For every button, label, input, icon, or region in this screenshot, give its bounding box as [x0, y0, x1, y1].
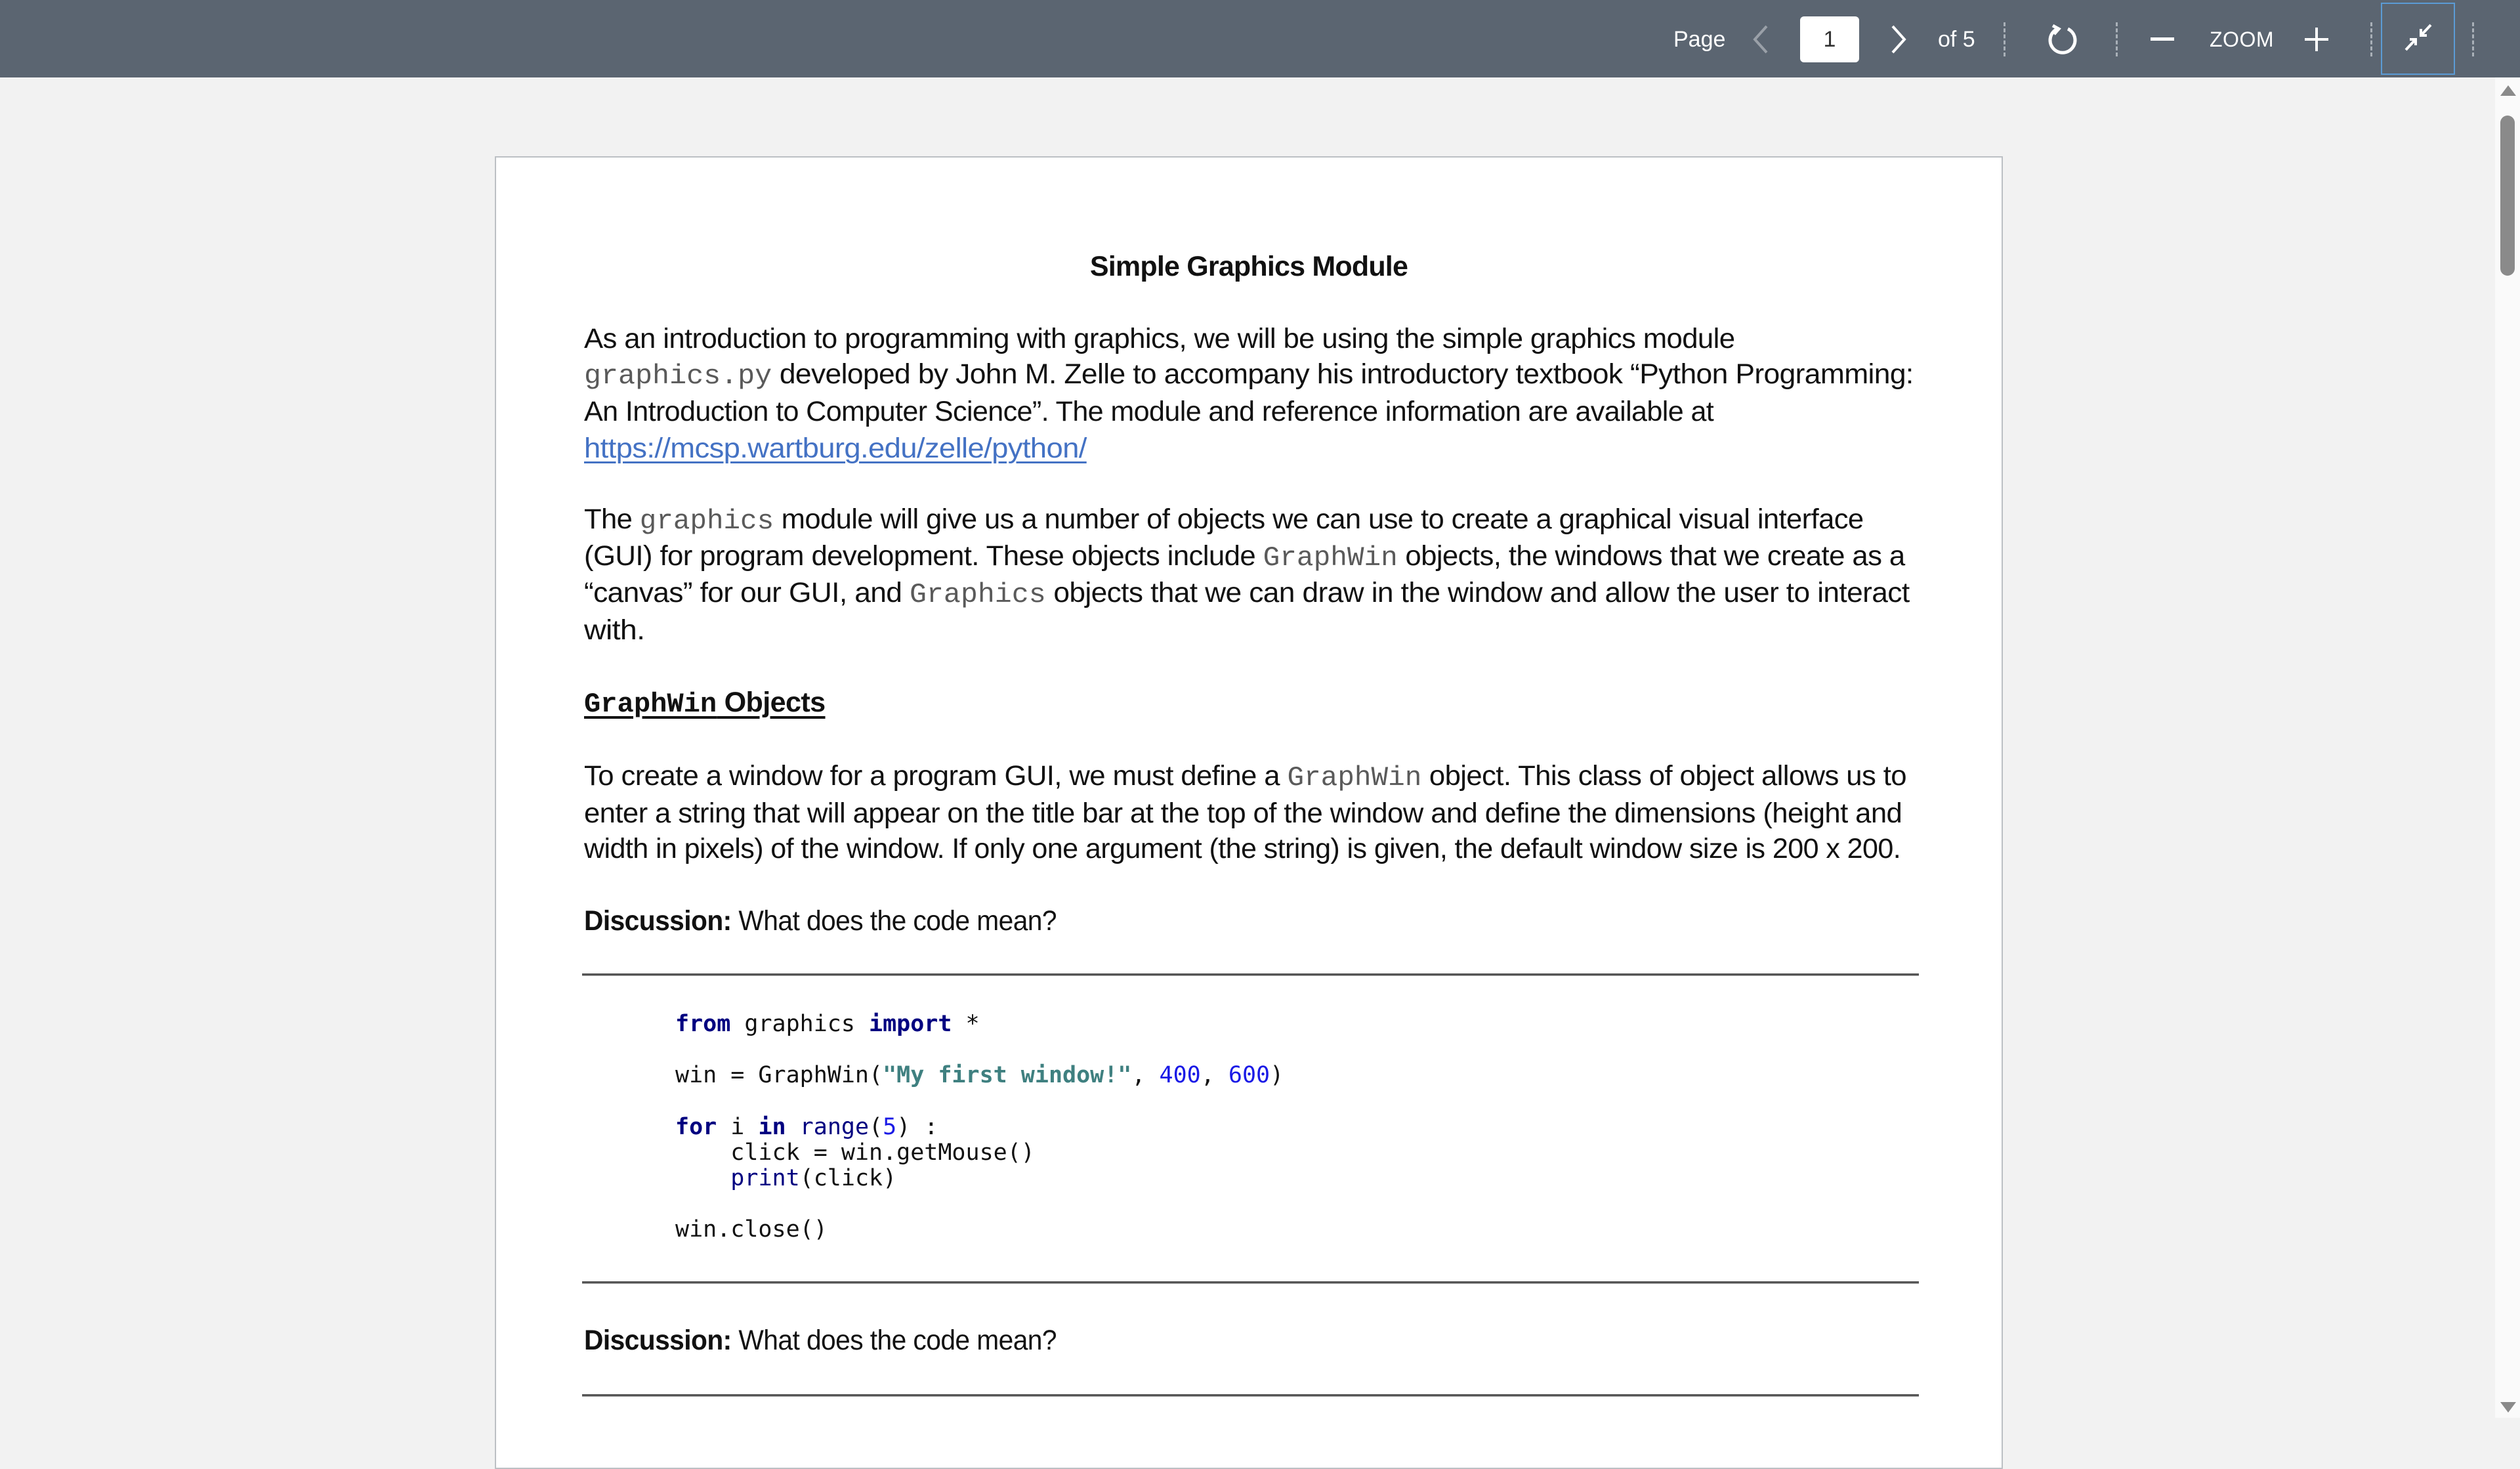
exit-fullscreen-icon — [2403, 22, 2433, 56]
code-line-5: print(click) — [730, 1165, 897, 1191]
pdf-toolbar: Page of 5 ZOOM — [0, 0, 2520, 77]
paragraph-2-line-3: “canvas” for our GUI, and Graphics objec… — [584, 577, 1910, 610]
section-heading: GraphWin Objects — [584, 687, 826, 720]
horizontal-rule — [582, 1394, 1919, 1397]
minus-icon — [2151, 37, 2174, 41]
discussion-prompt: Discussion: What does the code mean? — [584, 1325, 1057, 1356]
inline-code: GraphWin — [1287, 762, 1422, 794]
inline-code: GraphWin — [1263, 542, 1398, 574]
paragraph-1-line-1: As an introduction to programming with g… — [584, 323, 1735, 354]
code-line-1: from graphics import * — [675, 1011, 980, 1037]
paragraph-1-line-2: graphics.py developed by John M. Zelle t… — [584, 358, 1914, 392]
paragraph-2-line-4: with. — [584, 614, 645, 646]
paragraph-3-line-3: width in pixels) of the window. If only … — [584, 833, 1901, 864]
document-title: Simple Graphics Module — [1089, 251, 1408, 282]
pdf-page: Simple Graphics Module As an introductio… — [495, 156, 2003, 1469]
paragraph-3-line-2: enter a string that will appear on the t… — [584, 798, 1902, 829]
toolbar-divider — [2472, 22, 2474, 56]
chevron-right-icon — [1890, 25, 1907, 54]
scrollbar-thumb[interactable] — [2500, 116, 2515, 276]
paragraph-3-line-1: To create a window for a program GUI, we… — [584, 760, 1907, 794]
code-line-3: for i in range(5) : — [675, 1114, 938, 1140]
toolbar-divider — [2370, 22, 2372, 56]
exit-fullscreen-button[interactable] — [2381, 3, 2455, 75]
rotate-clockwise-icon — [2046, 23, 2079, 56]
scroll-down-arrow-icon[interactable] — [2500, 1402, 2516, 1413]
next-page-button[interactable] — [1880, 13, 1916, 66]
paragraph-2-line-1: The graphics module will give us a numbe… — [584, 503, 1864, 537]
code-line-2: win = GraphWin("My first window!", 400, … — [675, 1062, 1284, 1088]
vertical-scrollbar[interactable] — [2495, 77, 2520, 1418]
scroll-up-arrow-icon[interactable] — [2500, 85, 2516, 96]
inline-code: graphics.py — [584, 360, 772, 392]
page-number-input[interactable] — [1800, 16, 1859, 62]
reference-link[interactable]: https://mcsp.wartburg.edu/zelle/python/ — [584, 433, 1087, 464]
rotate-button[interactable] — [2034, 13, 2090, 66]
paragraph-2-line-2: (GUI) for program development. These obj… — [584, 540, 1905, 574]
paragraph-1-line-4: https://mcsp.wartburg.edu/zelle/python/ — [584, 430, 1087, 467]
code-line-6: win.close() — [675, 1216, 828, 1243]
horizontal-rule — [582, 1281, 1919, 1284]
inline-code: graphics — [639, 505, 774, 537]
previous-page-button[interactable] — [1742, 13, 1778, 66]
zoom-label: ZOOM — [2210, 28, 2274, 51]
toolbar-divider — [2116, 22, 2118, 56]
code-line-4: click = win.getMouse() — [675, 1139, 1035, 1166]
page-count-label: of 5 — [1938, 27, 1975, 52]
zoom-out-button[interactable] — [2143, 13, 2182, 66]
zoom-in-button[interactable] — [2297, 13, 2336, 66]
page-label: Page — [1673, 27, 1726, 52]
plus-icon — [2305, 28, 2328, 51]
horizontal-rule — [582, 973, 1919, 976]
discussion-prompt: Discussion: What does the code mean? — [584, 905, 1057, 937]
inline-code: Graphics — [909, 579, 1046, 610]
toolbar-divider — [2004, 22, 2006, 56]
paragraph-1-line-3: An Introduction to Computer Science”. Th… — [584, 396, 1714, 427]
chevron-left-icon — [1752, 25, 1769, 54]
